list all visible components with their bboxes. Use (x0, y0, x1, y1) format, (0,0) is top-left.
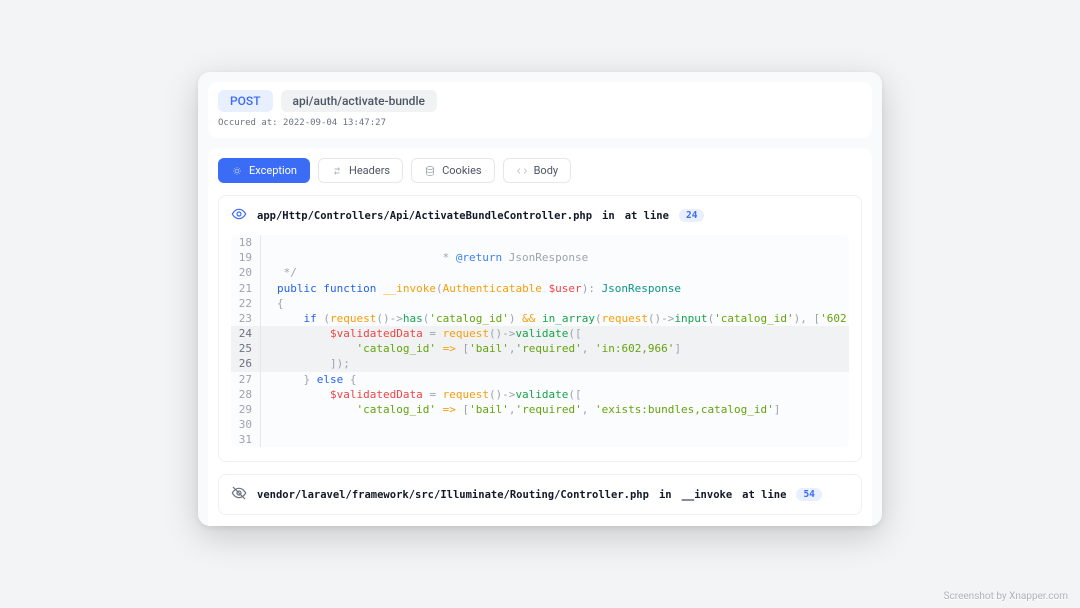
code-icon (516, 165, 528, 177)
stack-frame-0-at: at line (625, 210, 669, 222)
code-source (261, 235, 849, 250)
stack-frame-1-at: at line (742, 489, 786, 501)
line-number: 29 (231, 402, 261, 417)
tab-headers[interactable]: Headers (318, 158, 403, 183)
occurred-at: Occured at: 2022-09-04 13:47:27 (218, 118, 862, 128)
code-line: 31 (231, 432, 849, 447)
stack-frame-1-file: vendor/laravel/framework/src/Illuminate/… (257, 489, 649, 501)
bug-icon (231, 165, 243, 177)
code-source: { (261, 296, 849, 311)
line-number: 31 (231, 432, 261, 447)
code-source: 'catalog_id' => ['bail','required', 'exi… (261, 402, 849, 417)
code-source (261, 417, 849, 432)
line-number: 26 (231, 356, 261, 371)
tabs-row: Exception Headers Cookies Body (218, 158, 862, 183)
stack-frame-1: vendor/laravel/framework/src/Illuminate/… (218, 474, 862, 515)
code-line: 27 } else { (231, 372, 849, 387)
code-line: 29 'catalog_id' => ['bail','required', '… (231, 402, 849, 417)
line-number: 20 (231, 265, 261, 280)
code-source: public function __invoke(Authenticatable… (261, 281, 849, 296)
stack-frame-0-header[interactable]: app/Http/Controllers/Api/ActivateBundleC… (219, 196, 861, 235)
tab-body-label: Body (534, 164, 559, 177)
stack-frame-1-method: __invoke (682, 489, 733, 501)
watermark: Screenshot by Xnapper.com (944, 591, 1068, 602)
tab-cookies-label: Cookies (442, 164, 481, 177)
code-line: 21public function __invoke(Authenticatab… (231, 281, 849, 296)
database-icon (424, 165, 436, 177)
code-source: */ (261, 265, 849, 280)
stack-frame-1-in: in (659, 489, 672, 501)
tab-headers-label: Headers (349, 164, 390, 177)
code-line: 28 $validatedData = request()->validate(… (231, 387, 849, 402)
code-block: 1819 * @return JsonResponse20 */21public… (231, 235, 849, 447)
code-source: } else { (261, 372, 849, 387)
request-header-card: POST api/auth/activate-bundle Occured at… (208, 82, 872, 138)
error-inspector-panel: POST api/auth/activate-bundle Occured at… (198, 72, 882, 526)
code-line: 20 */ (231, 265, 849, 280)
endpoint-badge: api/auth/activate-bundle (281, 90, 437, 112)
stack-frame-0-line: 24 (679, 209, 704, 222)
code-line: 22{ (231, 296, 849, 311)
line-number: 28 (231, 387, 261, 402)
stack-frame-1-header[interactable]: vendor/laravel/framework/src/Illuminate/… (219, 475, 861, 514)
line-number: 23 (231, 311, 261, 326)
line-number: 22 (231, 296, 261, 311)
tab-body[interactable]: Body (503, 158, 572, 183)
request-line: POST api/auth/activate-bundle (218, 90, 862, 112)
code-source: $validatedData = request()->validate([ (261, 326, 849, 341)
tab-exception-label: Exception (249, 164, 297, 177)
occurred-at-value: 2022-09-04 13:47:27 (283, 118, 386, 128)
code-source: if (request()->has('catalog_id') && in_a… (261, 311, 849, 326)
code-source (261, 432, 849, 447)
line-number: 18 (231, 235, 261, 250)
eye-icon (231, 206, 247, 225)
code-line: 19 * @return JsonResponse (231, 250, 849, 265)
occurred-at-label: Occured at: (218, 118, 278, 128)
stack-frame-0-file: app/Http/Controllers/Api/ActivateBundleC… (257, 210, 592, 222)
code-source: ]); (261, 356, 849, 371)
stacktrace-card: Exception Headers Cookies Body app/Http/ (208, 148, 872, 526)
code-source: $validatedData = request()->validate([ (261, 387, 849, 402)
line-number: 30 (231, 417, 261, 432)
http-method-badge: POST (218, 90, 273, 112)
stack-frame-0-in: in (602, 210, 615, 222)
eye-off-icon (231, 485, 247, 504)
stack-frame-1-line: 54 (796, 488, 821, 501)
code-line: 26 ]); (231, 356, 849, 371)
tab-cookies[interactable]: Cookies (411, 158, 494, 183)
line-number: 24 (231, 326, 261, 341)
code-line: 23 if (request()->has('catalog_id') && i… (231, 311, 849, 326)
code-line: 30 (231, 417, 849, 432)
code-line: 24 $validatedData = request()->validate(… (231, 326, 849, 341)
line-number: 25 (231, 341, 261, 356)
code-source: 'catalog_id' => ['bail','required', 'in:… (261, 341, 849, 356)
line-number: 21 (231, 281, 261, 296)
code-source: * @return JsonResponse (261, 250, 849, 265)
code-line: 18 (231, 235, 849, 250)
line-number: 27 (231, 372, 261, 387)
line-number: 19 (231, 250, 261, 265)
swap-icon (331, 165, 343, 177)
stack-frame-0: app/Http/Controllers/Api/ActivateBundleC… (218, 195, 862, 462)
tab-exception[interactable]: Exception (218, 158, 310, 183)
code-line: 25 'catalog_id' => ['bail','required', '… (231, 341, 849, 356)
